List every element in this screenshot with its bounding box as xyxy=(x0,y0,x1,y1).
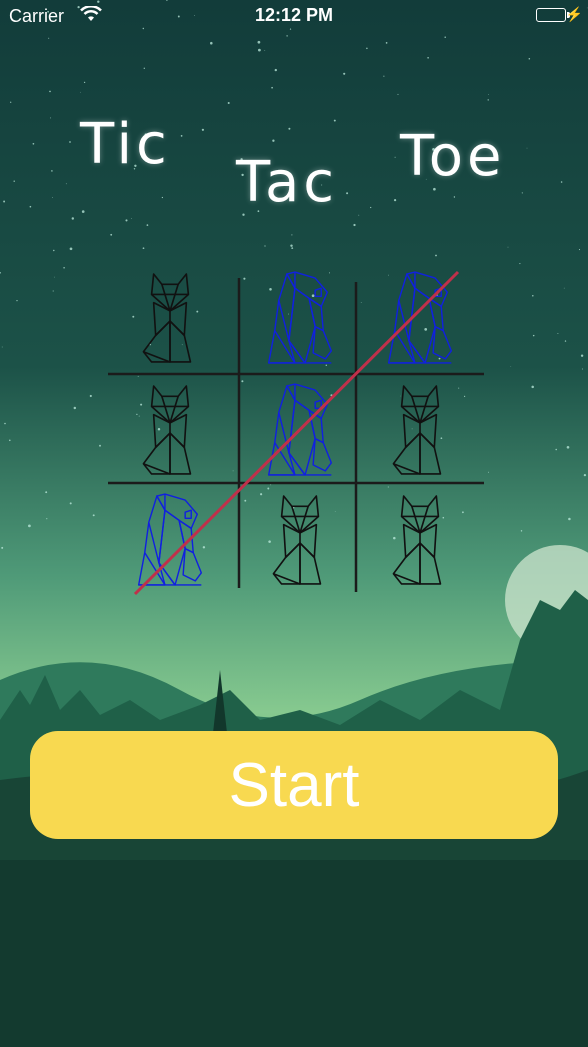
game-board xyxy=(108,270,484,596)
cell-1-0-fox-icon[interactable] xyxy=(142,385,192,475)
cell-0-2-bear-icon[interactable] xyxy=(387,271,453,364)
start-button[interactable]: Start xyxy=(30,731,558,839)
cell-2-2-fox-icon[interactable] xyxy=(392,495,442,585)
cell-0-1-bear-icon[interactable] xyxy=(267,271,333,364)
cell-0-0-fox-icon[interactable] xyxy=(142,273,192,363)
cell-1-2-fox-icon[interactable] xyxy=(392,385,442,475)
cell-2-1-fox-icon[interactable] xyxy=(272,495,322,585)
cell-2-0-bear-icon[interactable] xyxy=(137,493,203,586)
